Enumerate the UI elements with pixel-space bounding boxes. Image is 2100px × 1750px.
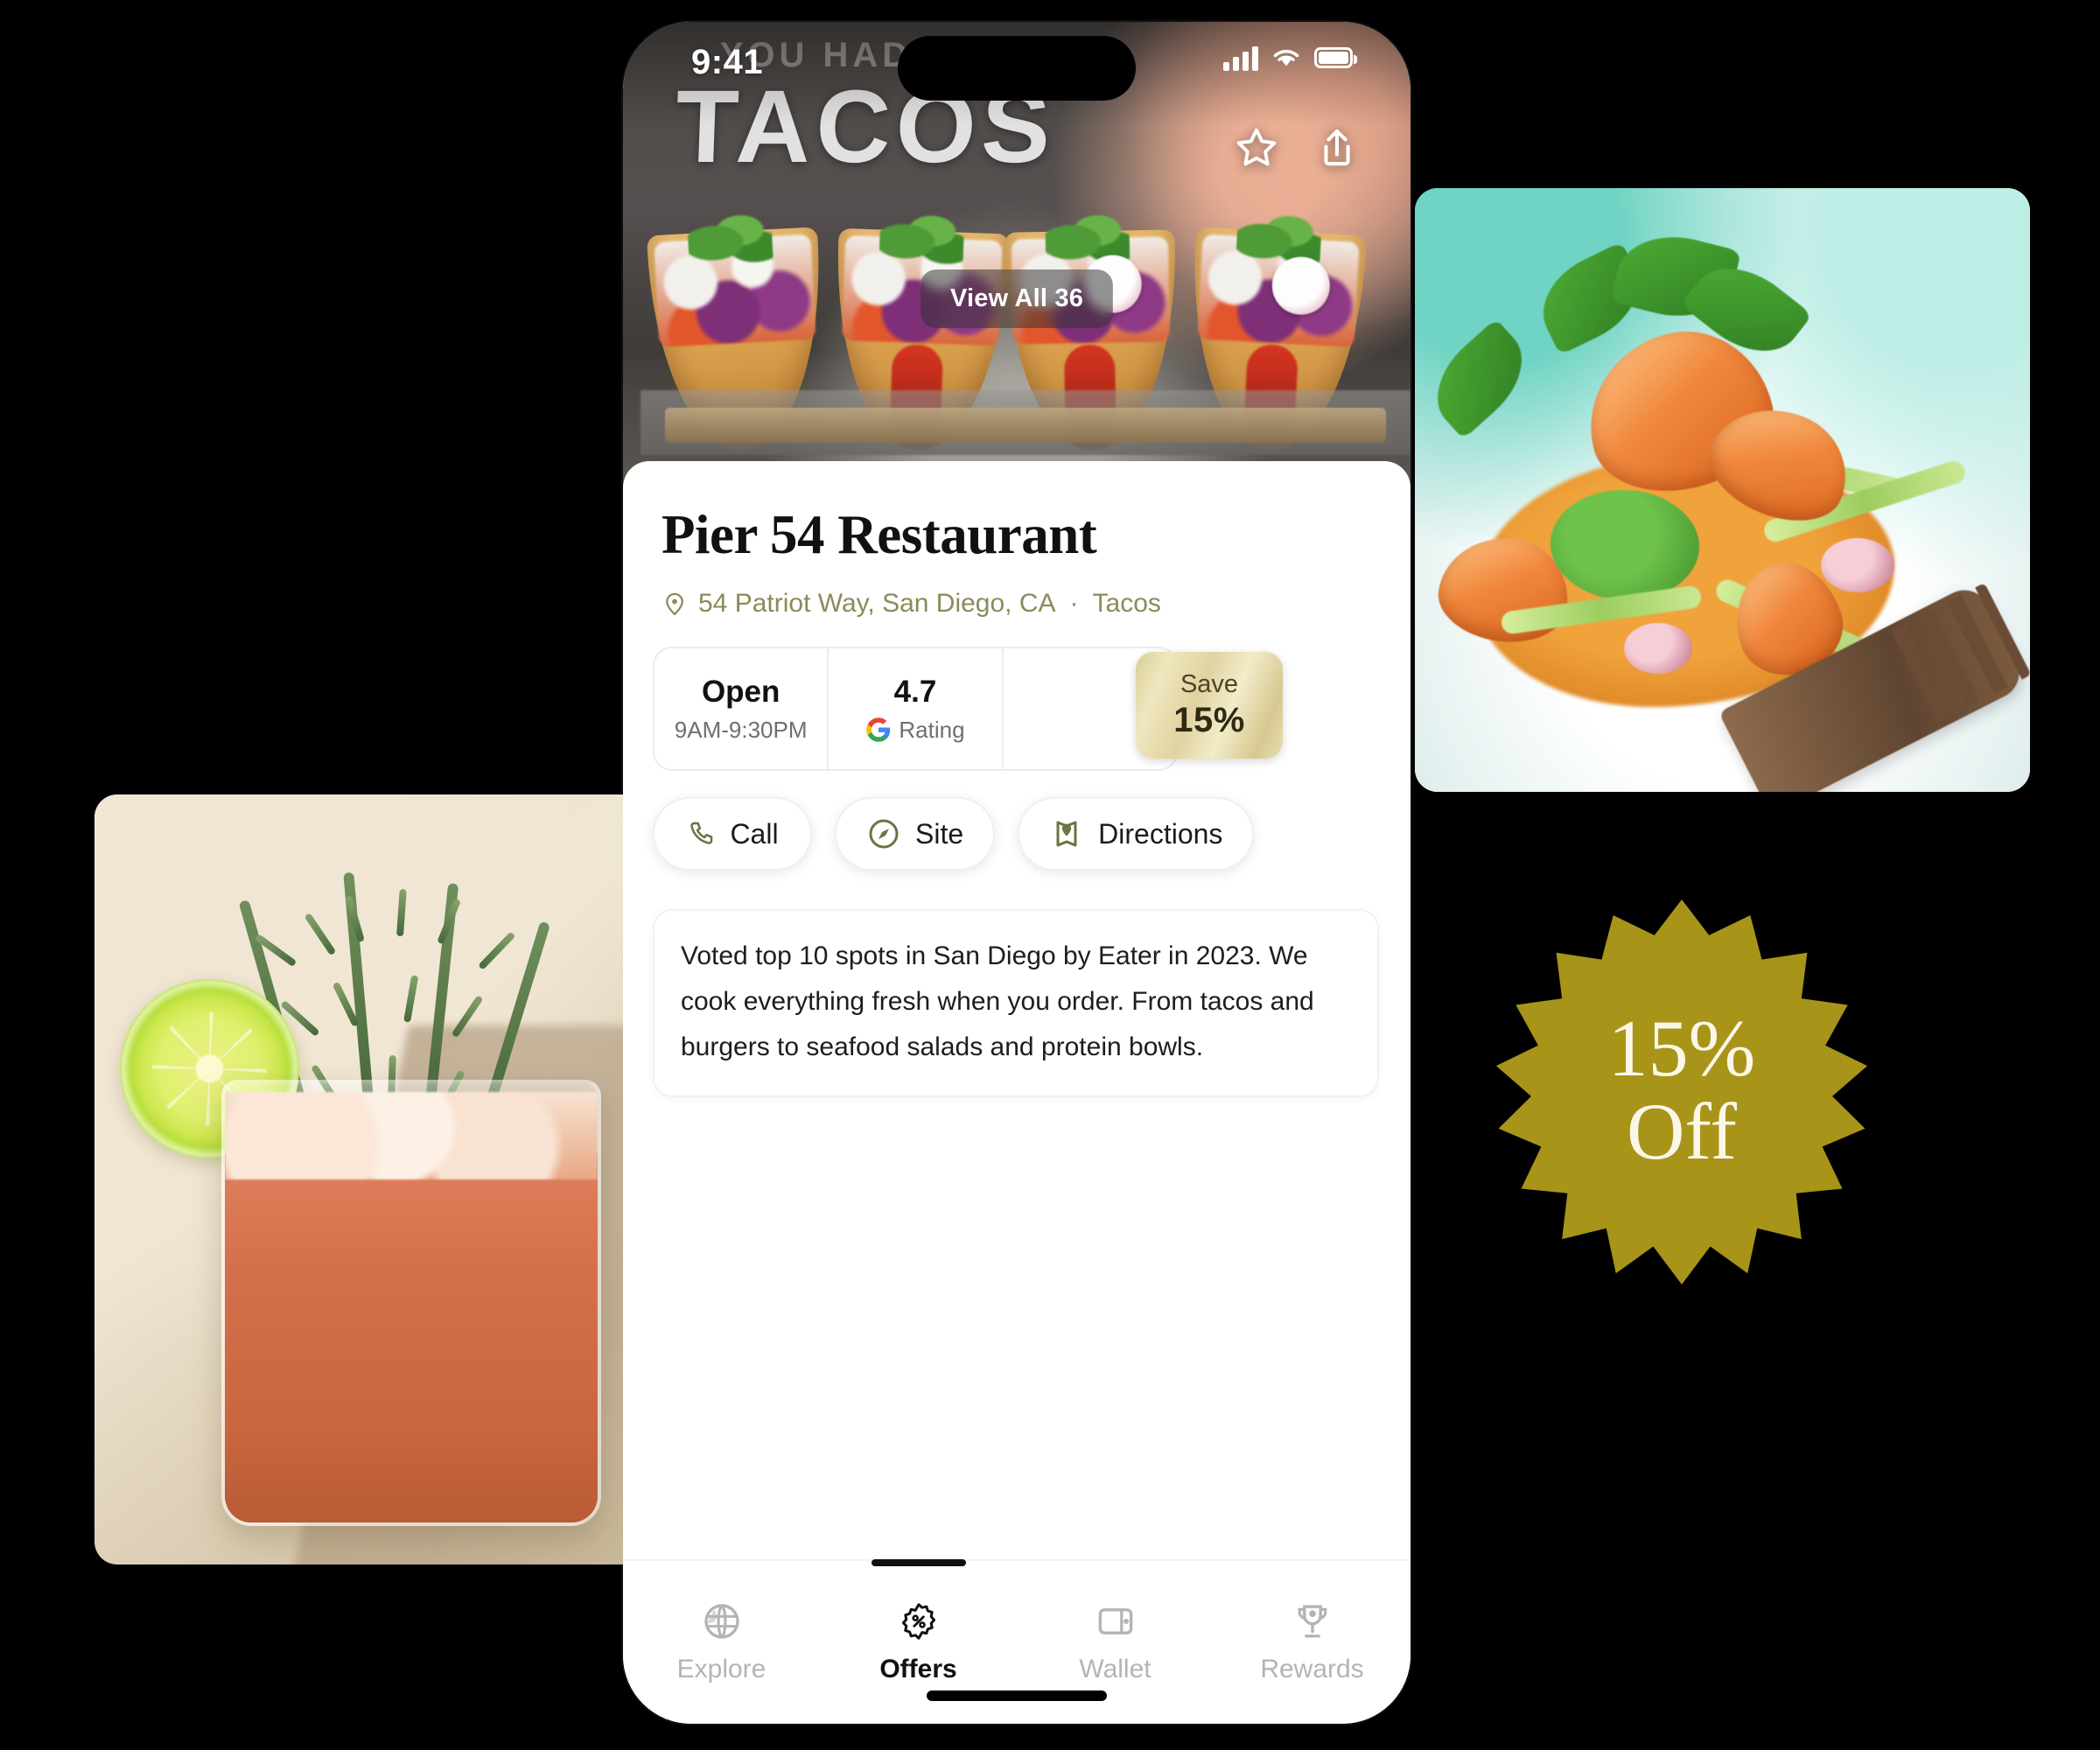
site-button-label: Site [915, 817, 964, 850]
place-info-card: Open 9AM-9:30PM 4.7 Rating [653, 647, 1178, 771]
offer-badge-percent-icon [901, 1603, 935, 1640]
place-address-text: 54 Patriot Way, San Diego, CA [698, 589, 1056, 618]
view-all-photos-button[interactable]: View All 36 [920, 270, 1114, 328]
open-status-cell: Open 9AM-9:30PM [654, 648, 827, 769]
tab-explore-label: Explore [676, 1655, 766, 1684]
site-button[interactable]: Site [835, 797, 996, 871]
share-icon[interactable] [1314, 125, 1360, 171]
place-description: Voted top 10 spots in San Diego by Eater… [681, 942, 1314, 1061]
active-tab-indicator [871, 1559, 966, 1566]
call-button-label: Call [730, 817, 779, 850]
tab-offers-label: Offers [879, 1655, 957, 1684]
cellular-bars-icon [1223, 45, 1258, 71]
status-bar-time: 9:41 [691, 43, 764, 81]
place-detail-sheet: Pier 54 Restaurant 54 Patriot Way, San D… [623, 461, 1410, 1564]
pickled-onion [1820, 538, 1894, 593]
description-card: Voted top 10 spots in San Diego by Eater… [653, 909, 1379, 1097]
discount-starburst-badge: 15% Off [1495, 900, 1868, 1284]
opening-hours: 9AM-9:30PM [674, 716, 808, 743]
globe-icon [704, 1604, 739, 1639]
star-icon[interactable] [1234, 125, 1279, 171]
place-category: Tacos [1092, 589, 1161, 618]
address-separator: · [1069, 589, 1079, 618]
rating-source-row: Rating [865, 716, 965, 744]
tab-wallet-label: Wallet [1079, 1655, 1152, 1684]
open-status-label: Open [701, 674, 780, 709]
location-pin-icon [666, 592, 683, 616]
google-g-icon [866, 718, 891, 742]
phone-mockup: YOU HAD ME AT TACOS [623, 22, 1410, 1724]
page-root: YOU HAD ME AT TACOS [0, 0, 2100, 1750]
tab-rewards-label: Rewards [1260, 1655, 1364, 1684]
starburst-percent: 15% [1607, 1004, 1756, 1094]
seafood-dish-photo[interactable] [1415, 188, 2030, 792]
call-button[interactable]: Call [653, 797, 812, 871]
place-address-row[interactable]: 54 Patriot Way, San Diego, CA · Tacos [662, 589, 1161, 619]
hero-action-icons [1234, 125, 1360, 171]
rating-source-label: Rating [899, 716, 965, 743]
tab-explore[interactable]: Explore [623, 1561, 820, 1724]
trophy-icon [1298, 1605, 1326, 1638]
cocktail-glass [220, 1079, 602, 1526]
map-pin-icon [1056, 821, 1077, 847]
phone-icon [690, 822, 713, 844]
starburst-off-label: Off [1626, 1087, 1738, 1177]
wifi-icon [1273, 49, 1299, 66]
rating-value: 4.7 [893, 674, 937, 709]
cocktail-liquid [224, 1152, 598, 1522]
save-label: Save [1180, 670, 1239, 698]
page-title: Pier 54 Restaurant [662, 504, 1097, 565]
status-bar: 9:41 [623, 22, 1410, 116]
tab-rewards[interactable]: Rewards [1214, 1561, 1410, 1724]
directions-button[interactable]: Directions [1018, 797, 1255, 871]
save-amount: 15% [1173, 701, 1245, 739]
cocktail-foam [224, 1091, 598, 1180]
rating-cell: 4.7 Rating [827, 648, 1001, 769]
save-offer-badge[interactable]: Save 15% [1136, 652, 1283, 759]
home-indicator[interactable] [927, 1690, 1107, 1701]
pickled-onion [1624, 622, 1693, 674]
directions-button-label: Directions [1098, 817, 1223, 850]
battery-icon [1314, 47, 1357, 68]
compass-icon [869, 819, 899, 849]
wallet-icon [1098, 1608, 1132, 1634]
action-buttons-row: Call Site Directions [653, 797, 1379, 871]
dynamic-island [898, 36, 1136, 101]
phone-screen: YOU HAD ME AT TACOS [623, 22, 1410, 1724]
status-bar-indicators [1223, 45, 1357, 71]
